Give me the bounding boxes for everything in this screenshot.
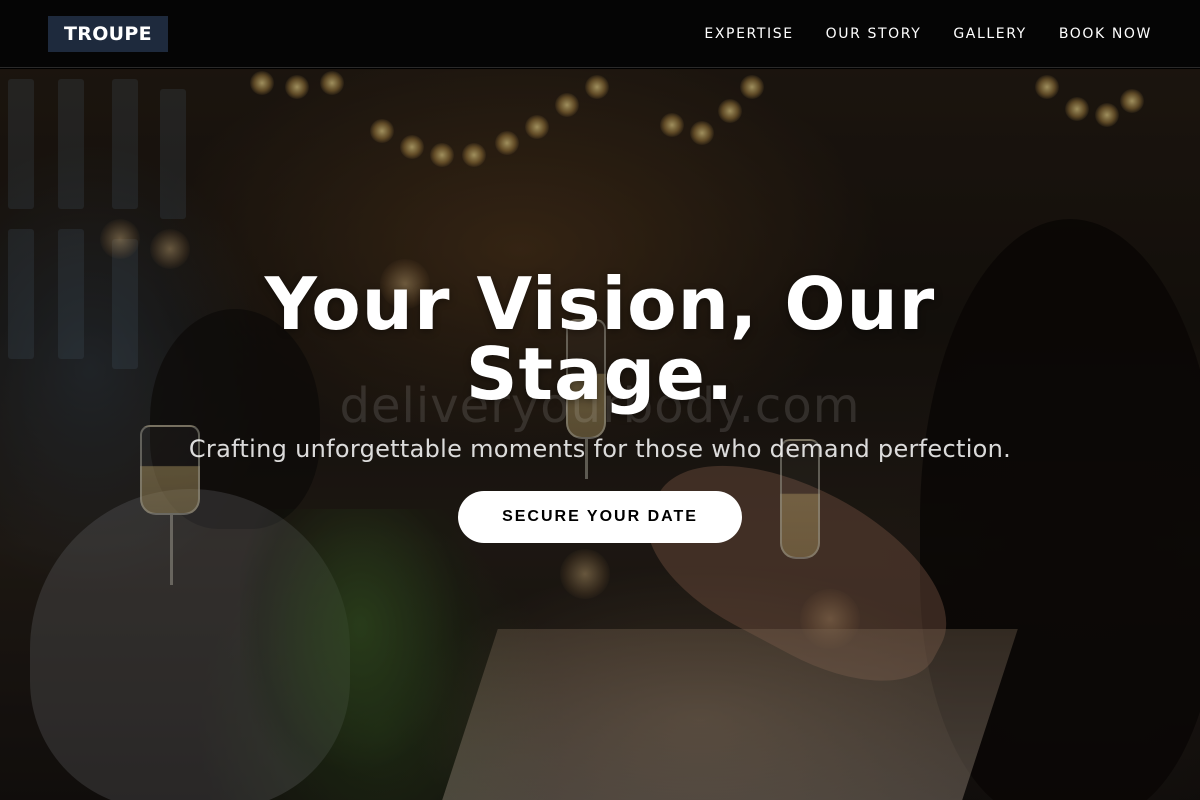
hero-content: Your Vision, Our Stage. Crafting unforge… (0, 262, 1200, 543)
hero-subtitle: Crafting unforgettable moments for those… (188, 435, 1012, 463)
secure-your-date-button[interactable]: SECURE YOUR DATE (458, 491, 742, 543)
nav-gallery[interactable]: GALLERY (953, 26, 1026, 42)
site-header: TROUPE EXPERTISE OUR STORY GALLERY BOOK … (0, 0, 1200, 68)
nav-book-now[interactable]: BOOK NOW (1059, 26, 1152, 42)
landing-page: TROUPE EXPERTISE OUR STORY GALLERY BOOK … (0, 0, 1200, 800)
logo[interactable]: TROUPE (48, 16, 168, 52)
nav-our-story[interactable]: OUR STORY (826, 26, 922, 42)
nav-expertise[interactable]: EXPERTISE (704, 26, 793, 42)
main-nav: EXPERTISE OUR STORY GALLERY BOOK NOW (672, 0, 1152, 68)
hero-title: Your Vision, Our Stage. (264, 262, 936, 416)
